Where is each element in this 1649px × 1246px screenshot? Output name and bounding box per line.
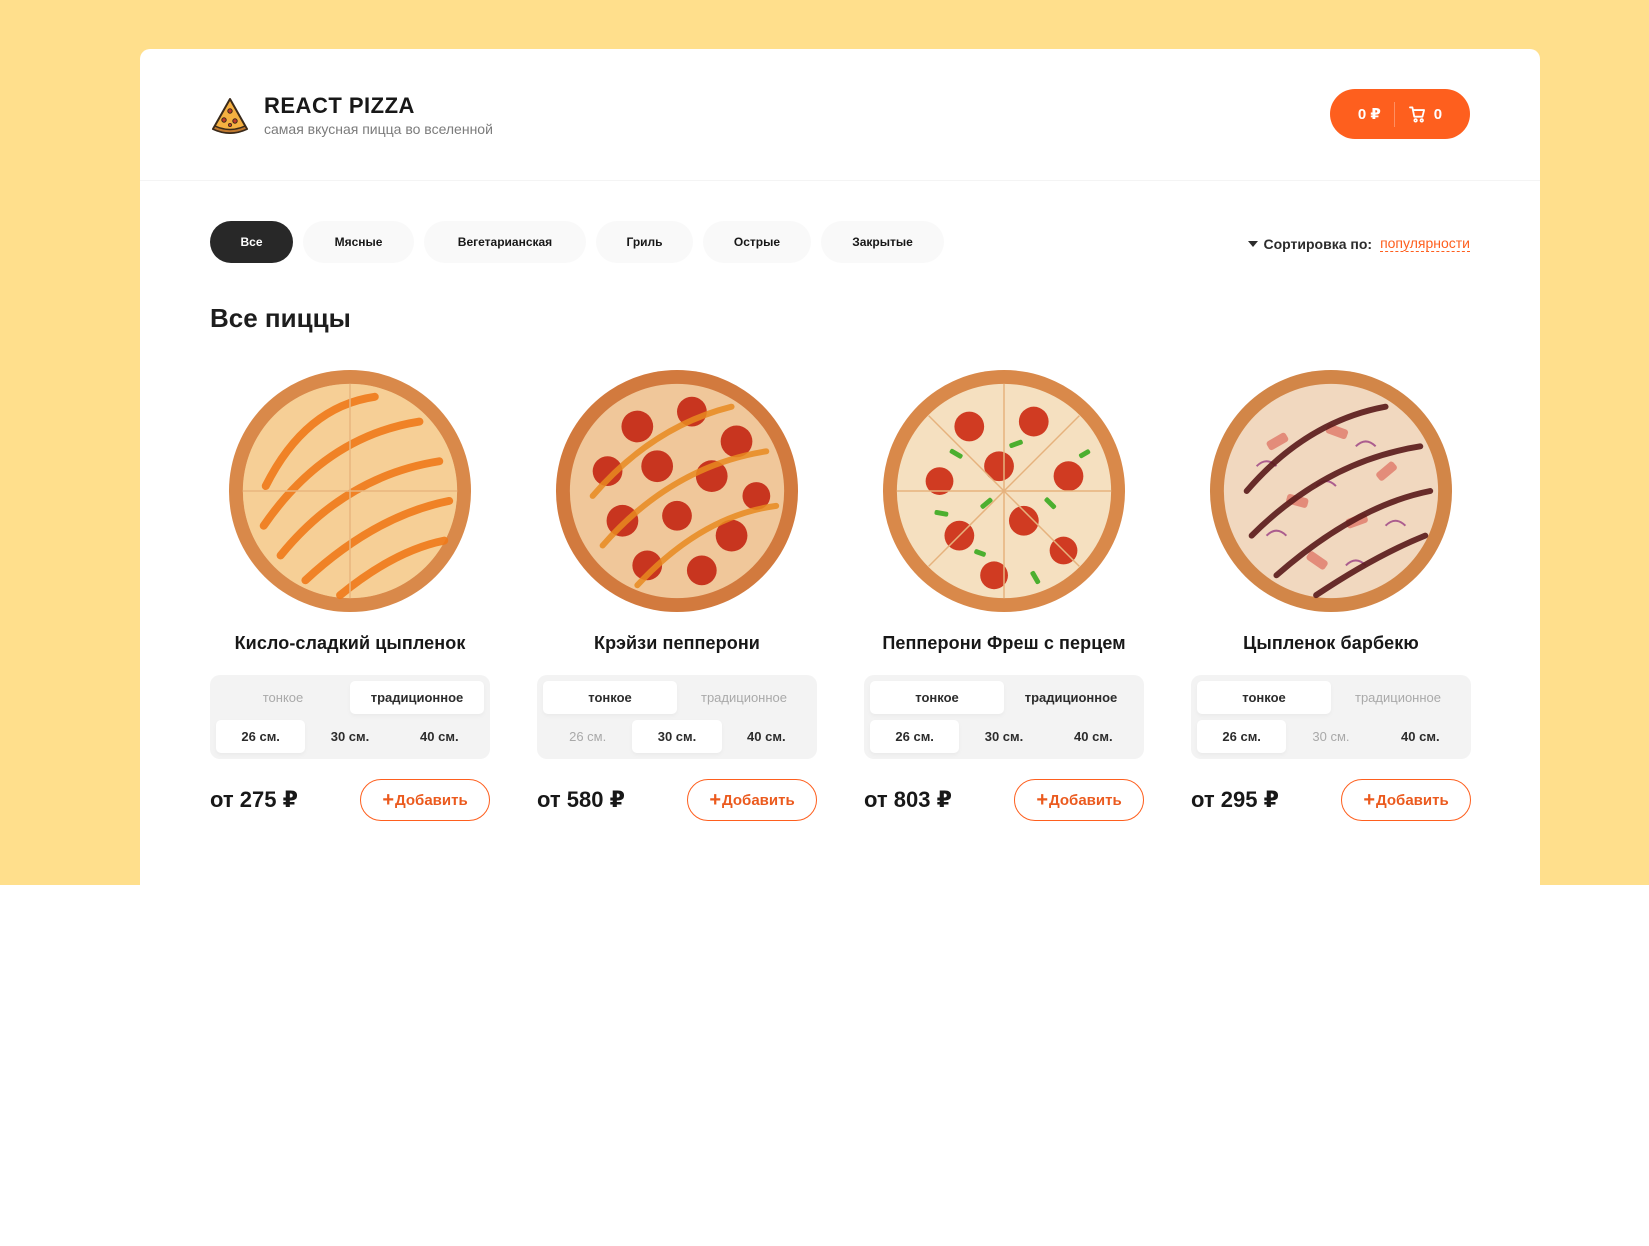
size-26-option[interactable]: 26 см. bbox=[870, 720, 960, 753]
add-to-cart-button[interactable]: + Добавить bbox=[1014, 779, 1144, 821]
dough-traditional-option[interactable]: традиционное bbox=[677, 681, 811, 714]
size-26-option[interactable]: 26 см. bbox=[1197, 720, 1287, 753]
pizza-card: Крэйзи пепперони тонкое традиционное 26 … bbox=[537, 367, 817, 821]
add-label: Добавить bbox=[1049, 791, 1122, 809]
pizza-image bbox=[228, 369, 472, 613]
pizza-options: тонкое традиционное 26 см. 30 см. 40 см. bbox=[537, 675, 817, 759]
brand-subtitle: самая вкусная пицца во вселенной bbox=[264, 121, 493, 137]
pizza-title: Цыпленок барбекю bbox=[1243, 633, 1419, 653]
add-to-cart-button[interactable]: + Добавить bbox=[360, 779, 490, 821]
size-26-option[interactable]: 26 см. bbox=[543, 720, 632, 753]
header: REACT PIZZA самая вкусная пицца во вселе… bbox=[140, 49, 1540, 181]
app-container: REACT PIZZA самая вкусная пицца во вселе… bbox=[140, 49, 1540, 885]
cart-button[interactable]: 0 ₽ 0 bbox=[1330, 89, 1470, 139]
category-all[interactable]: Все bbox=[210, 221, 293, 263]
sort-label: Сортировка по: bbox=[1263, 235, 1373, 252]
pizza-card: Кисло-сладкий цыпленок тонкое традиционн… bbox=[210, 367, 490, 821]
size-30-option[interactable]: 30 см. bbox=[1286, 720, 1375, 753]
dough-traditional-option[interactable]: традиционное bbox=[1331, 681, 1465, 714]
cart-total: 0 ₽ bbox=[1357, 106, 1381, 123]
pizza-card: Пепперони Фреш с перцем тонкое традицион… bbox=[864, 367, 1144, 821]
pizza-image bbox=[882, 369, 1126, 613]
pizza-image bbox=[555, 369, 799, 613]
add-label: Добавить bbox=[395, 791, 468, 809]
pizza-price: от 580 ₽ bbox=[537, 787, 625, 812]
pizza-image bbox=[1209, 369, 1453, 613]
dough-thin-option[interactable]: тонкое bbox=[870, 681, 1004, 714]
category-spicy[interactable]: Острые bbox=[703, 221, 811, 263]
dough-thin-option[interactable]: тонкое bbox=[1197, 681, 1331, 714]
section-title: Все пиццы bbox=[210, 303, 351, 333]
size-40-option[interactable]: 40 см. bbox=[1049, 720, 1138, 753]
size-26-option[interactable]: 26 см. bbox=[216, 720, 306, 753]
plus-icon: + bbox=[382, 789, 395, 811]
dough-traditional-option[interactable]: традиционное bbox=[350, 681, 484, 714]
cart-icon bbox=[1408, 106, 1425, 122]
pizza-title: Пепперони Фреш с перцем bbox=[882, 633, 1126, 653]
sort-control: Сортировка по: популярности bbox=[1247, 235, 1470, 252]
category-tabs: Все Мясные Вегетарианская Гриль Острые З… bbox=[210, 221, 954, 263]
size-30-option[interactable]: 30 см. bbox=[305, 720, 394, 753]
brand-title: REACT PIZZA bbox=[264, 93, 415, 118]
pizza-price: от 295 ₽ bbox=[1191, 787, 1279, 812]
category-closed[interactable]: Закрытые bbox=[821, 221, 944, 263]
size-40-option[interactable]: 40 см. bbox=[722, 720, 811, 753]
pizza-title: Кисло-сладкий цыпленок bbox=[234, 633, 466, 653]
pizza-options: тонкое традиционное 26 см. 30 см. 40 см. bbox=[210, 675, 490, 759]
category-grill[interactable]: Гриль bbox=[596, 221, 693, 263]
dough-thin-option[interactable]: тонкое bbox=[216, 681, 350, 714]
pizza-price: от 803 ₽ bbox=[864, 787, 952, 812]
plus-icon: + bbox=[1363, 789, 1376, 811]
dough-traditional-option[interactable]: традиционное bbox=[1004, 681, 1138, 714]
pizza-card: Цыпленок барбекю тонкое традиционное 26 … bbox=[1191, 367, 1471, 821]
dough-thin-option[interactable]: тонкое bbox=[543, 681, 677, 714]
add-label: Добавить bbox=[722, 791, 795, 809]
plus-icon: + bbox=[709, 789, 722, 811]
size-40-option[interactable]: 40 см. bbox=[395, 720, 484, 753]
cart-count: 0 bbox=[1433, 105, 1443, 123]
pizza-options: тонкое традиционное 26 см. 30 см. 40 см. bbox=[864, 675, 1144, 759]
category-vegetarian[interactable]: Вегетарианская bbox=[424, 221, 586, 263]
pizza-slice-icon bbox=[211, 97, 249, 134]
category-meat[interactable]: Мясные bbox=[303, 221, 414, 263]
add-label: Добавить bbox=[1376, 791, 1449, 809]
caret-down-icon[interactable] bbox=[1247, 240, 1258, 247]
plus-icon: + bbox=[1036, 789, 1049, 811]
pizza-price: от 275 ₽ bbox=[210, 787, 298, 812]
add-to-cart-button[interactable]: + Добавить bbox=[687, 779, 817, 821]
add-to-cart-button[interactable]: + Добавить bbox=[1341, 779, 1471, 821]
size-40-option[interactable]: 40 см. bbox=[1376, 720, 1465, 753]
pizza-options: тонкое традиционное 26 см. 30 см. 40 см. bbox=[1191, 675, 1471, 759]
sort-value[interactable]: популярности bbox=[1380, 235, 1470, 252]
size-30-option[interactable]: 30 см. bbox=[632, 720, 722, 753]
size-30-option[interactable]: 30 см. bbox=[959, 720, 1048, 753]
logo[interactable]: REACT PIZZA самая вкусная пицца во вселе… bbox=[210, 93, 493, 138]
pizza-title: Крэйзи пепперони bbox=[594, 633, 760, 653]
